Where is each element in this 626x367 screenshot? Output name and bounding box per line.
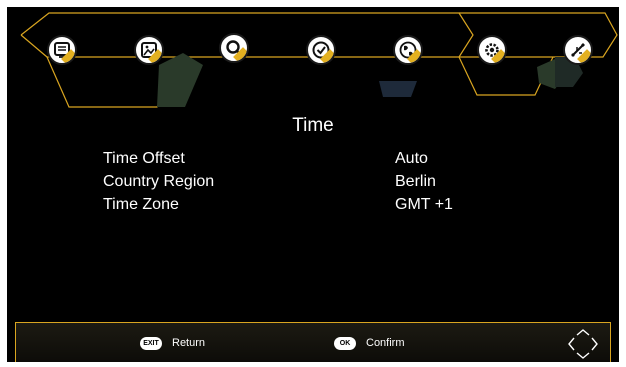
setting-row-time-zone[interactable]: Time Zone GMT +1 <box>103 196 523 218</box>
return-label: Return <box>172 337 206 349</box>
globe-icon[interactable] <box>393 35 423 65</box>
gear-icon[interactable] <box>477 35 507 65</box>
navigation-arrows-icon <box>568 329 598 359</box>
setting-row-time-offset[interactable]: Time Offset Auto <box>103 150 523 172</box>
picture-icon[interactable] <box>134 35 164 65</box>
setting-label: Country Region <box>103 173 215 190</box>
usb-icon[interactable] <box>563 35 593 65</box>
setting-label: Time Zone <box>103 196 179 213</box>
setting-row-country-region[interactable]: Country Region Berlin <box>103 173 523 195</box>
tv-menu-screen: Time Time Offset Auto Country Region Ber… <box>7 7 619 362</box>
confirm-label: Confirm <box>366 337 405 349</box>
time-icon[interactable] <box>306 35 336 65</box>
help-bar: EXIT Return OK Confirm <box>15 322 611 362</box>
exit-key-badge: EXIT <box>140 337 162 350</box>
page-title: Time <box>292 115 334 136</box>
setting-label: Time Offset <box>103 150 185 167</box>
search-icon[interactable] <box>219 33 249 63</box>
setting-value: Berlin <box>395 173 436 190</box>
setting-value: Auto <box>395 150 428 167</box>
setting-value: GMT +1 <box>395 196 453 213</box>
ok-key-badge: OK <box>334 337 356 350</box>
program-icon[interactable] <box>47 35 77 65</box>
